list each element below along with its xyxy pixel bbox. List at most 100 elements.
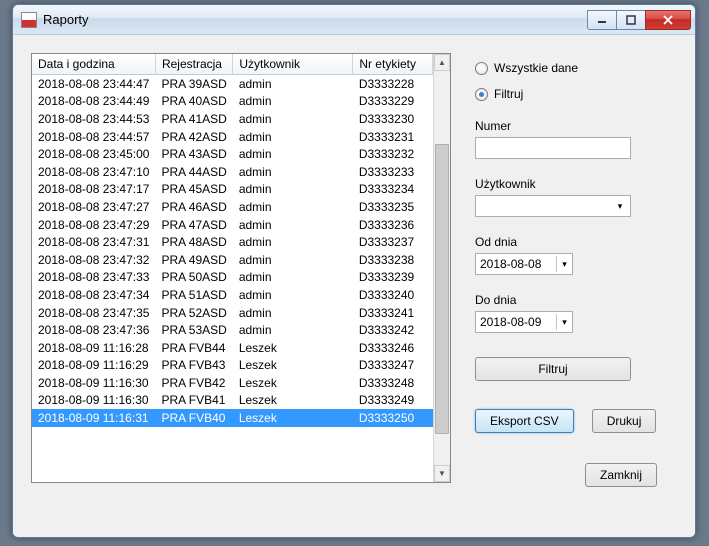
table-row[interactable]: 2018-08-08 23:47:35PRA 52ASDadminD333324… (32, 304, 433, 322)
chevron-down-icon[interactable]: ▾ (556, 314, 572, 330)
cell-label: D3333240 (353, 286, 433, 304)
cell-label: D3333241 (353, 304, 433, 322)
table-row[interactable]: 2018-08-08 23:44:57PRA 42ASDadminD333323… (32, 128, 433, 146)
cell-reg: PRA 41ASD (155, 110, 232, 128)
radio-filter[interactable] (475, 88, 488, 101)
minimize-icon (596, 15, 608, 25)
window-title: Raporty (43, 12, 588, 27)
radio-all-data[interactable] (475, 62, 488, 75)
table-row[interactable]: 2018-08-08 23:47:34PRA 51ASDadminD333324… (32, 286, 433, 304)
cell-user: admin (233, 216, 353, 234)
filter-button[interactable]: Filtruj (475, 357, 631, 381)
titlebar[interactable]: Raporty (13, 5, 695, 35)
table-row[interactable]: 2018-08-08 23:47:10PRA 44ASDadminD333323… (32, 163, 433, 181)
cell-label: D3333233 (353, 163, 433, 181)
table-row[interactable]: 2018-08-09 11:16:29PRA FVB43LeszekD33332… (32, 357, 433, 375)
cell-reg: PRA 51ASD (155, 286, 232, 304)
chevron-down-icon[interactable]: ▾ (556, 256, 572, 272)
cell-date: 2018-08-08 23:47:35 (32, 304, 155, 322)
cell-date: 2018-08-08 23:45:00 (32, 145, 155, 163)
report-table[interactable]: Data i godzina Rejestracja Użytkownik Nr… (32, 54, 433, 427)
cell-user: admin (233, 233, 353, 251)
cell-user: Leszek (233, 374, 353, 392)
cell-reg: PRA FVB41 (155, 392, 232, 410)
export-csv-button[interactable]: Eksport CSV (475, 409, 574, 433)
cell-date: 2018-08-08 23:44:47 (32, 75, 155, 93)
user-dropdown[interactable]: ▾ (475, 195, 631, 217)
cell-date: 2018-08-08 23:47:27 (32, 198, 155, 216)
cell-date: 2018-08-08 23:47:33 (32, 269, 155, 287)
scroll-thumb[interactable] (435, 144, 449, 434)
cell-date: 2018-08-08 23:47:32 (32, 251, 155, 269)
cell-date: 2018-08-08 23:47:10 (32, 163, 155, 181)
cell-reg: PRA 42ASD (155, 128, 232, 146)
cell-user: admin (233, 321, 353, 339)
cell-user: admin (233, 304, 353, 322)
scroll-up-button[interactable]: ▲ (434, 54, 450, 71)
table-row[interactable]: 2018-08-08 23:47:29PRA 47ASDadminD333323… (32, 216, 433, 234)
table-row[interactable]: 2018-08-08 23:47:32PRA 49ASDadminD333323… (32, 251, 433, 269)
close-row: Zamknij (473, 463, 677, 487)
table-row[interactable]: 2018-08-09 11:16:28PRA FVB44LeszekD33332… (32, 339, 433, 357)
close-button[interactable] (645, 10, 691, 30)
to-date-input[interactable]: 2018-08-09 ▾ (475, 311, 573, 333)
table-row[interactable]: 2018-08-09 11:16:30PRA FVB42LeszekD33332… (32, 374, 433, 392)
vertical-scrollbar[interactable]: ▲ ▼ (433, 54, 450, 482)
scroll-down-button[interactable]: ▼ (434, 465, 450, 482)
to-date-group: Do dnia 2018-08-09 ▾ (475, 293, 677, 333)
cell-reg: PRA 39ASD (155, 75, 232, 93)
table-row[interactable]: 2018-08-08 23:47:33PRA 50ASDadminD333323… (32, 269, 433, 287)
cell-reg: PRA 53ASD (155, 321, 232, 339)
user-field-group: Użytkownik ▾ (475, 177, 677, 217)
cell-user: admin (233, 269, 353, 287)
radio-all-data-row[interactable]: Wszystkie dane (475, 61, 677, 75)
cell-date: 2018-08-08 23:44:49 (32, 93, 155, 111)
header-registration[interactable]: Rejestracja (155, 54, 232, 75)
cell-date: 2018-08-08 23:47:36 (32, 321, 155, 339)
cell-user: admin (233, 181, 353, 199)
cell-reg: PRA 45ASD (155, 181, 232, 199)
table-row[interactable]: 2018-08-09 11:16:30PRA FVB41LeszekD33332… (32, 392, 433, 410)
cell-date: 2018-08-09 11:16:30 (32, 392, 155, 410)
cell-reg: PRA 49ASD (155, 251, 232, 269)
close-icon (662, 15, 674, 25)
maximize-button[interactable] (616, 10, 646, 30)
cell-label: D3333247 (353, 357, 433, 375)
cell-user: admin (233, 163, 353, 181)
from-date-label: Od dnia (475, 235, 677, 249)
header-user[interactable]: Użytkownik (233, 54, 353, 75)
cell-reg: PRA 52ASD (155, 304, 232, 322)
table-row[interactable]: 2018-08-08 23:47:17PRA 45ASDadminD333323… (32, 181, 433, 199)
cell-label: D3333235 (353, 198, 433, 216)
table-row[interactable]: 2018-08-08 23:47:27PRA 46ASDadminD333323… (32, 198, 433, 216)
content-area: Data i godzina Rejestracja Użytkownik Nr… (13, 35, 695, 537)
number-input[interactable] (475, 137, 631, 159)
table-row[interactable]: 2018-08-09 11:16:31PRA FVB40LeszekD33332… (32, 409, 433, 427)
filter-panel: Wszystkie dane Filtruj Numer Użytkownik … (473, 53, 677, 519)
table-row[interactable]: 2018-08-08 23:47:31PRA 48ASDadminD333323… (32, 233, 433, 251)
table-row[interactable]: 2018-08-08 23:44:49PRA 40ASDadminD333322… (32, 93, 433, 111)
minimize-button[interactable] (587, 10, 617, 30)
from-date-group: Od dnia 2018-08-08 ▾ (475, 235, 677, 275)
table-row[interactable]: 2018-08-08 23:45:00PRA 43ASDadminD333323… (32, 145, 433, 163)
cell-label: D3333242 (353, 321, 433, 339)
cell-date: 2018-08-08 23:47:34 (32, 286, 155, 304)
cell-user: admin (233, 145, 353, 163)
table-row[interactable]: 2018-08-08 23:44:47PRA 39ASDadminD333322… (32, 75, 433, 93)
header-label[interactable]: Nr etykiety (353, 54, 433, 75)
cell-reg: PRA FVB42 (155, 374, 232, 392)
cell-user: admin (233, 128, 353, 146)
user-label: Użytkownik (475, 177, 677, 191)
cell-date: 2018-08-08 23:44:53 (32, 110, 155, 128)
header-date[interactable]: Data i godzina (32, 54, 155, 75)
cell-date: 2018-08-08 23:44:57 (32, 128, 155, 146)
table-row[interactable]: 2018-08-08 23:47:36PRA 53ASDadminD333324… (32, 321, 433, 339)
radio-filter-label: Filtruj (494, 87, 523, 101)
radio-filter-row[interactable]: Filtruj (475, 87, 677, 101)
table-row[interactable]: 2018-08-08 23:44:53PRA 41ASDadminD333323… (32, 110, 433, 128)
cell-reg: PRA 44ASD (155, 163, 232, 181)
print-button[interactable]: Drukuj (592, 409, 657, 433)
cell-label: D3333249 (353, 392, 433, 410)
from-date-input[interactable]: 2018-08-08 ▾ (475, 253, 573, 275)
close-dialog-button[interactable]: Zamknij (585, 463, 657, 487)
